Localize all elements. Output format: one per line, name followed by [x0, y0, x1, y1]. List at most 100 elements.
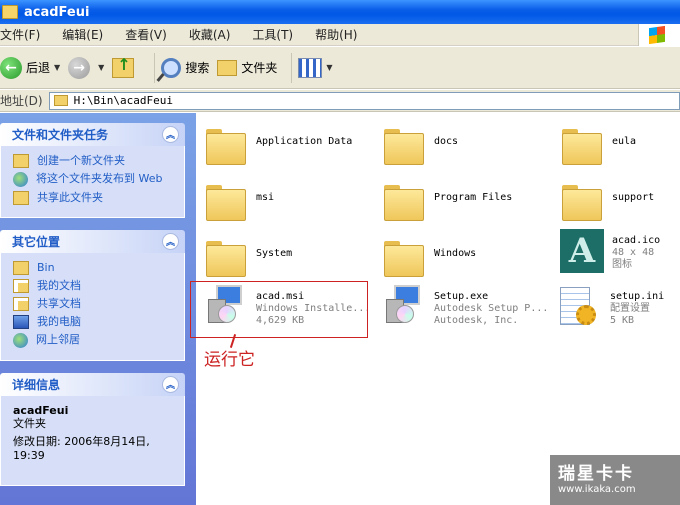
- menu-help[interactable]: 帮助(H): [315, 26, 357, 43]
- highlight-box: [190, 281, 368, 338]
- places-panel-header[interactable]: 其它位置 ︽: [0, 230, 185, 253]
- details-modified: 修改日期: 2006年8月14日, 19:39: [13, 435, 150, 462]
- details-type: 文件夹: [13, 417, 46, 430]
- tasks-panel-title: 文件和文件夹任务: [12, 128, 109, 142]
- back-dropdown-icon[interactable]: ▼: [54, 63, 60, 72]
- place-label: 共享文档: [37, 297, 81, 310]
- collapse-chevron-icon[interactable]: ︽: [162, 126, 179, 143]
- address-label: 地址(D): [0, 94, 43, 108]
- views-button[interactable]: ▼: [298, 57, 333, 78]
- title-bar: acadFeui: [0, 0, 680, 24]
- up-folder-icon[interactable]: [112, 55, 135, 78]
- place-label: 我的电脑: [37, 315, 81, 328]
- task-label: 创建一个新文件夹: [37, 154, 125, 167]
- place-my-documents[interactable]: 我的文档: [13, 279, 178, 293]
- file-item[interactable]: setup.ini 配置设置 5 KB: [560, 285, 680, 327]
- file-name: docs: [434, 136, 459, 147]
- config-file-icon: [560, 285, 596, 327]
- network-icon: [13, 333, 28, 348]
- new-folder-icon: [13, 154, 29, 168]
- documents-icon: [13, 279, 29, 293]
- places-panel-title: 其它位置: [12, 235, 61, 249]
- file-name: Windows: [434, 248, 477, 259]
- file-name: support: [612, 192, 655, 203]
- place-network[interactable]: 网上邻居: [13, 333, 178, 348]
- folder-icon: [206, 241, 246, 277]
- file-item[interactable]: msi: [206, 177, 384, 221]
- forward-button[interactable]: → ▼: [68, 56, 104, 79]
- place-label: 我的文档: [37, 279, 81, 292]
- folder-icon: [53, 95, 68, 106]
- menu-edit[interactable]: 编辑(E): [62, 26, 103, 43]
- folders-button[interactable]: 文件夹: [217, 59, 277, 76]
- details-panel-header[interactable]: 详细信息 ︽: [0, 373, 185, 396]
- toolbar-separator: [154, 52, 156, 83]
- back-button[interactable]: ← 后退 ▼: [0, 56, 60, 79]
- menu-tools[interactable]: 工具(T): [252, 26, 293, 43]
- views-dropdown-icon[interactable]: ▼: [326, 63, 332, 72]
- task-label: 共享此文件夹: [37, 191, 103, 204]
- forward-arrow-icon: →: [68, 56, 91, 79]
- file-name: Program Files: [434, 192, 513, 203]
- share-folder-icon: [13, 191, 29, 205]
- file-item[interactable]: support: [562, 177, 680, 221]
- menu-view[interactable]: 查看(V): [125, 26, 167, 43]
- search-button[interactable]: 搜索: [161, 57, 209, 78]
- tasks-panel: 文件和文件夹任务 ︽ 创建一个新文件夹 将这个文件夹发布到 Web 共享此文件夹: [0, 123, 185, 218]
- file-item[interactable]: A acad.ico 48 x 48 图标: [560, 229, 680, 273]
- file-name: setup.ini: [610, 291, 665, 302]
- file-type: 配置设置: [610, 303, 650, 314]
- folder-icon: [384, 185, 424, 221]
- forward-dropdown-icon[interactable]: ▼: [98, 63, 104, 72]
- folders-icon: [217, 59, 238, 76]
- annotation-text: 运行它: [204, 350, 255, 370]
- search-icon: [161, 57, 182, 78]
- file-description: Autodesk Setup P...: [434, 303, 549, 314]
- folder-icon: [384, 129, 424, 165]
- file-name: Setup.exe: [434, 291, 489, 302]
- task-new-folder[interactable]: 创建一个新文件夹: [13, 154, 178, 168]
- collapse-chevron-icon[interactable]: ︽: [162, 233, 179, 250]
- folders-label: 文件夹: [241, 61, 278, 75]
- place-shared-documents[interactable]: 共享文档: [13, 297, 178, 311]
- file-dimensions: 48 x 48: [612, 247, 655, 258]
- place-bin[interactable]: Bin: [13, 261, 178, 275]
- folder-icon: [206, 185, 246, 221]
- place-my-computer[interactable]: 我的电脑: [13, 315, 178, 329]
- task-label: 将这个文件夹发布到 Web: [36, 172, 163, 185]
- toolbar: ← 后退 ▼ → ▼ 搜索 文件夹 ▼: [0, 47, 680, 89]
- menu-favorites[interactable]: 收藏(A): [189, 26, 231, 43]
- file-item[interactable]: System: [206, 233, 384, 277]
- watermark: 瑞星卡卡 www.ikaka.com: [550, 455, 680, 505]
- tasks-panel-header[interactable]: 文件和文件夹任务 ︽: [0, 123, 185, 146]
- address-input[interactable]: H:\Bin\acadFeui: [48, 91, 680, 110]
- details-name: acadFeui: [13, 404, 69, 417]
- menu-file[interactable]: 文件(F): [0, 26, 40, 43]
- file-name: eula: [612, 136, 637, 147]
- file-item[interactable]: Application Data: [206, 121, 384, 165]
- setup-installer-icon: [382, 285, 422, 325]
- file-item[interactable]: Windows: [384, 233, 562, 277]
- task-share-folder[interactable]: 共享此文件夹: [13, 191, 178, 205]
- places-panel: 其它位置 ︽ Bin 我的文档 共享文档 我的电脑 网上邻居: [0, 230, 185, 361]
- details-panel-title: 详细信息: [12, 378, 61, 392]
- address-bar: 地址(D) H:\Bin\acadFeui: [0, 90, 680, 112]
- views-icon: [298, 57, 323, 78]
- file-name: acad.ico: [612, 235, 661, 246]
- address-path: H:\Bin\acadFeui: [73, 94, 173, 107]
- computer-icon: [13, 315, 29, 329]
- file-item[interactable]: Setup.exe Autodesk Setup P... Autodesk, …: [382, 285, 560, 327]
- file-name: Application Data: [256, 136, 353, 147]
- file-item[interactable]: Program Files: [384, 177, 562, 221]
- collapse-chevron-icon[interactable]: ︽: [162, 376, 179, 393]
- file-item[interactable]: docs: [384, 121, 562, 165]
- windows-logo-icon: [638, 24, 680, 46]
- shared-documents-icon: [13, 297, 29, 311]
- window-title: acadFeui: [24, 4, 90, 20]
- back-label: 后退: [26, 61, 51, 75]
- details-panel: 详细信息 ︽ acadFeui 文件夹 修改日期: 2006年8月14日, 19…: [0, 373, 185, 486]
- watermark-url: www.ikaka.com: [558, 484, 636, 495]
- task-publish-web[interactable]: 将这个文件夹发布到 Web: [13, 172, 178, 187]
- file-item[interactable]: eula: [562, 121, 680, 165]
- folder-icon: [562, 185, 602, 221]
